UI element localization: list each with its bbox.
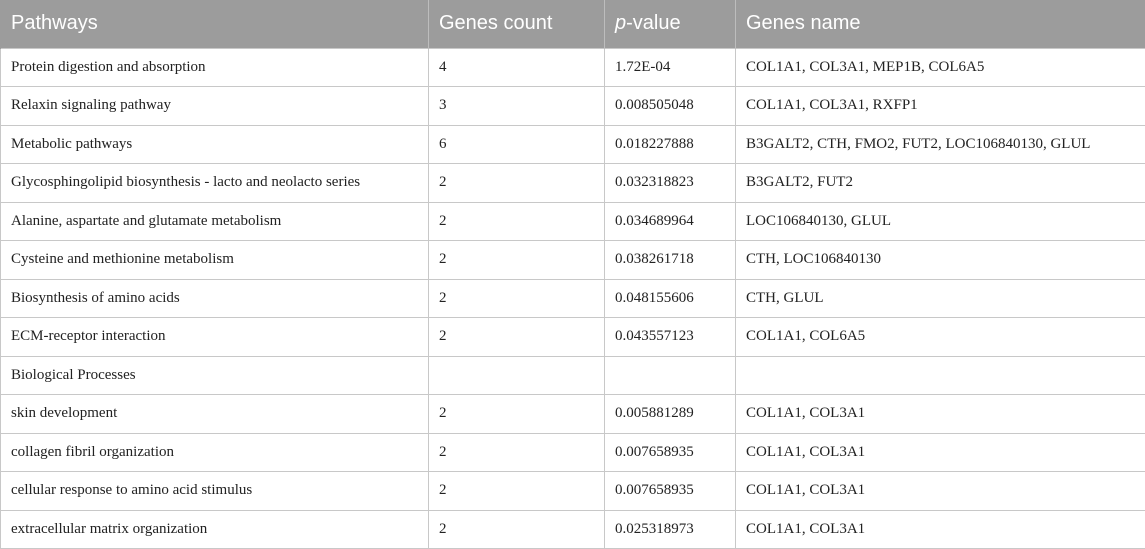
cell-genes-name: CTH, LOC106840130 (735, 240, 1145, 280)
cell-genes-count: 2 (428, 278, 605, 318)
cell-p-value: 0.005881289 (604, 394, 736, 434)
cell-genes-count: 2 (428, 240, 605, 280)
cell-pathway: cellular response to amino acid stimulus (0, 471, 429, 511)
cell-p-value: 0.007658935 (604, 432, 736, 472)
header-p-value: p-value (604, 0, 736, 48)
cell-p-value: 0.038261718 (604, 240, 736, 280)
header-genes-name: Genes name (735, 0, 1145, 48)
table-row: Metabolic pathways 6 0.018227888 B3GALT2, C… (0, 124, 1145, 164)
cell-genes-count: 3 (428, 86, 605, 126)
cell-p-value (604, 355, 736, 395)
cell-genes-name: COL1A1, COL3A1 (735, 432, 1145, 472)
cell-genes-name (735, 355, 1145, 395)
cell-genes-count: 2 (428, 471, 605, 511)
cell-genes-name: LOC106840130, GLUL (735, 201, 1145, 241)
cell-p-value: 0.032318823 (604, 163, 736, 203)
cell-pathway: collagen fibril organization (0, 432, 429, 472)
table-row: cellular response to amino acid stimulus… (0, 471, 1145, 511)
cell-genes-count: 2 (428, 509, 605, 549)
pathways-table: Pathways Genes count p-value Genes name … (0, 0, 1145, 549)
table-row: Glycosphingolipid biosynthesis - lacto a… (0, 163, 1145, 203)
cell-p-value: 0.018227888 (604, 124, 736, 164)
table-header: Pathways Genes count p-value Genes name (0, 0, 1145, 48)
cell-genes-count: 4 (428, 47, 605, 87)
table-row: collagen fibril organization 2 0.007658935… (0, 432, 1145, 472)
header-pathways: Pathways (0, 0, 429, 48)
cell-pathway: Metabolic pathways (0, 124, 429, 164)
cell-pathway: skin development (0, 394, 429, 434)
cell-genes-count: 2 (428, 163, 605, 203)
header-row: Pathways Genes count p-value Genes name (0, 0, 1145, 48)
cell-genes-name: B3GALT2, FUT2 (735, 163, 1145, 203)
cell-pathway: Cysteine and methionine metabolism (0, 240, 429, 280)
cell-genes-count (428, 355, 605, 395)
table-row: extracellular matrix organization 2 0.0253… (0, 509, 1145, 549)
cell-genes-name: COL1A1, COL3A1, RXFP1 (735, 86, 1145, 126)
table-row: Protein digestion and absorption 4 1.72E-0… (0, 47, 1145, 87)
cell-p-value: 0.043557123 (604, 317, 736, 357)
cell-p-value: 0.007658935 (604, 471, 736, 511)
cell-pathway: Relaxin signaling pathway (0, 86, 429, 126)
cell-pathway: Glycosphingolipid biosynthesis - lacto a… (0, 163, 429, 203)
cell-pathway: Biological Processes (0, 355, 429, 395)
cell-genes-name: COL1A1, COL3A1 (735, 394, 1145, 434)
header-genes-count: Genes count (428, 0, 605, 48)
cell-p-value: 0.025318973 (604, 509, 736, 549)
header-p-italic: p (615, 12, 627, 35)
cell-genes-count: 2 (428, 317, 605, 357)
cell-genes-name: COL1A1, COL6A5 (735, 317, 1145, 357)
cell-genes-count: 2 (428, 201, 605, 241)
cell-pathway: Protein digestion and absorption (0, 47, 429, 87)
cell-p-value: 0.008505048 (604, 86, 736, 126)
cell-p-value: 0.034689964 (604, 201, 736, 241)
table-row: skin development 2 0.005881289 COL1A1, COL3… (0, 394, 1145, 434)
table-row: Biological Processes (0, 355, 1145, 395)
cell-genes-count: 2 (428, 394, 605, 434)
cell-p-value: 0.048155606 (604, 278, 736, 318)
table-row: Relaxin signaling pathway 3 0.008505048 COL… (0, 86, 1145, 126)
cell-genes-name: COL1A1, COL3A1, MEP1B, COL6A5 (735, 47, 1145, 87)
table-row: Alanine, aspartate and glutamate metabol… (0, 201, 1145, 241)
table-body: Protein digestion and absorption 4 1.72E-0… (0, 47, 1145, 549)
table-row: ECM-receptor interaction 2 0.043557123 COL1… (0, 317, 1145, 357)
header-p-suffix: -value (626, 12, 681, 35)
cell-pathway: ECM-receptor interaction (0, 317, 429, 357)
table-row: Cysteine and methionine metabolism 2 0.038… (0, 240, 1145, 280)
cell-genes-count: 2 (428, 432, 605, 472)
cell-p-value: 1.72E-04 (604, 47, 736, 87)
cell-genes-name: COL1A1, COL3A1 (735, 509, 1145, 549)
cell-genes-count: 6 (428, 124, 605, 164)
cell-pathway: Biosynthesis of amino acids (0, 278, 429, 318)
cell-genes-name: COL1A1, COL3A1 (735, 471, 1145, 511)
cell-pathway: Alanine, aspartate and glutamate metabol… (0, 201, 429, 241)
cell-pathway: extracellular matrix organization (0, 509, 429, 549)
cell-genes-name: B3GALT2, CTH, FMO2, FUT2, LOC106840130, … (735, 124, 1145, 164)
table-row: Biosynthesis of amino acids 2 0.048155606 C… (0, 278, 1145, 318)
cell-genes-name: CTH, GLUL (735, 278, 1145, 318)
